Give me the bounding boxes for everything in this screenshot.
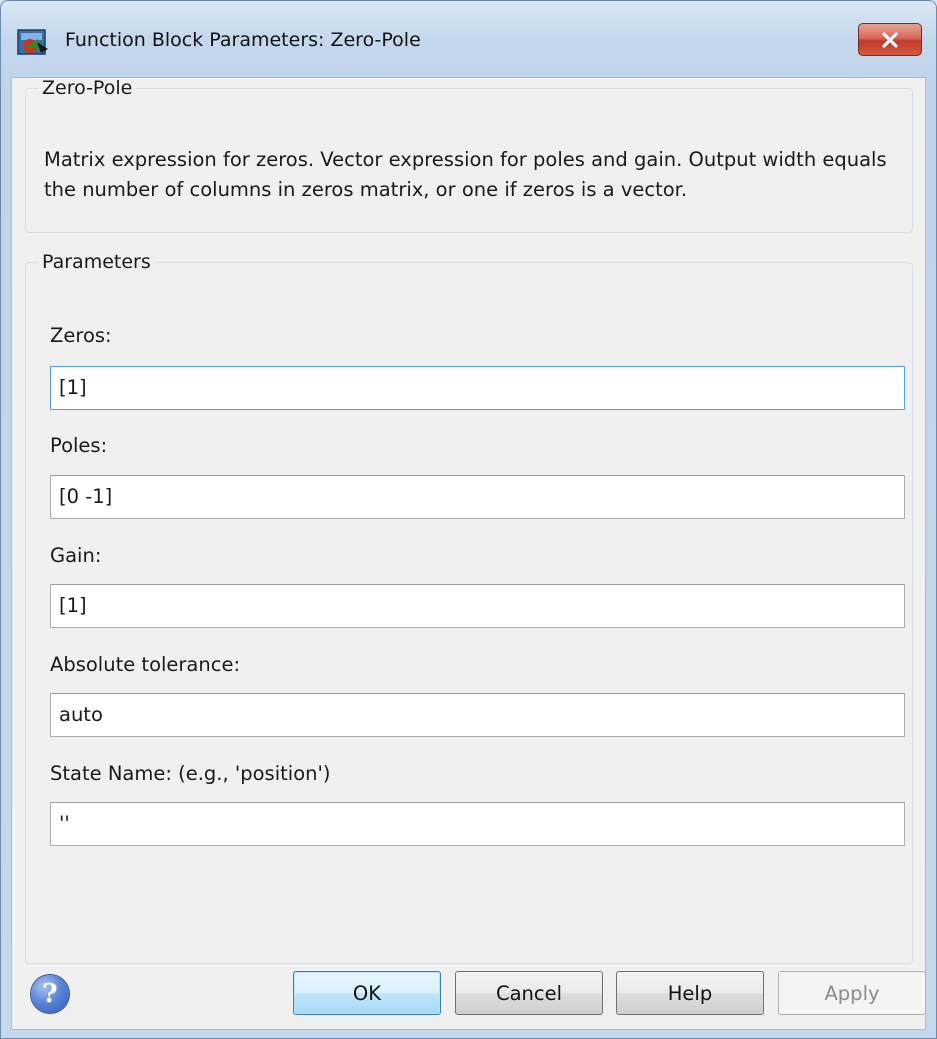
absolute-tolerance-field[interactable]: auto	[50, 693, 905, 737]
state-name-field[interactable]: ''	[50, 802, 905, 846]
ok-button[interactable]: OK	[293, 971, 441, 1015]
parameters-group-title: Parameters	[42, 251, 151, 273]
gain-field[interactable]: [1]	[50, 584, 905, 628]
poles-field[interactable]: [0 -1]	[50, 475, 905, 519]
dialog-window: Function Block Parameters: Zero-Pole Zer…	[0, 0, 937, 1039]
apply-button[interactable]: Apply	[778, 971, 926, 1015]
zeros-field[interactable]: [1]	[50, 366, 905, 410]
window-title: Function Block Parameters: Zero-Pole	[65, 29, 421, 51]
zeros-label: Zeros:	[50, 324, 112, 347]
absolute-tolerance-label: Absolute tolerance:	[50, 653, 241, 676]
help-question-icon[interactable]: ?	[31, 975, 69, 1013]
dialog-client-area: Zero-Pole Matrix expression for zeros. V…	[11, 77, 926, 1030]
block-description-text: Matrix expression for zeros. Vector expr…	[44, 148, 887, 201]
state-name-label: State Name: (e.g., 'position')	[50, 762, 331, 785]
simulink-block-icon	[17, 27, 51, 57]
title-bar[interactable]: Function Block Parameters: Zero-Pole	[1, 1, 936, 77]
parameters-group: Parameters Zeros: [1] Poles: [0 -1] Gain…	[25, 251, 913, 964]
close-button[interactable]	[858, 23, 922, 56]
cancel-button[interactable]: Cancel	[455, 971, 603, 1015]
gain-label: Gain:	[50, 544, 102, 567]
block-group-title: Zero-Pole	[42, 77, 133, 99]
block-description-group: Zero-Pole Matrix expression for zeros. V…	[25, 77, 913, 233]
help-button[interactable]: Help	[616, 971, 764, 1015]
close-icon	[882, 31, 898, 48]
poles-label: Poles:	[50, 434, 108, 457]
